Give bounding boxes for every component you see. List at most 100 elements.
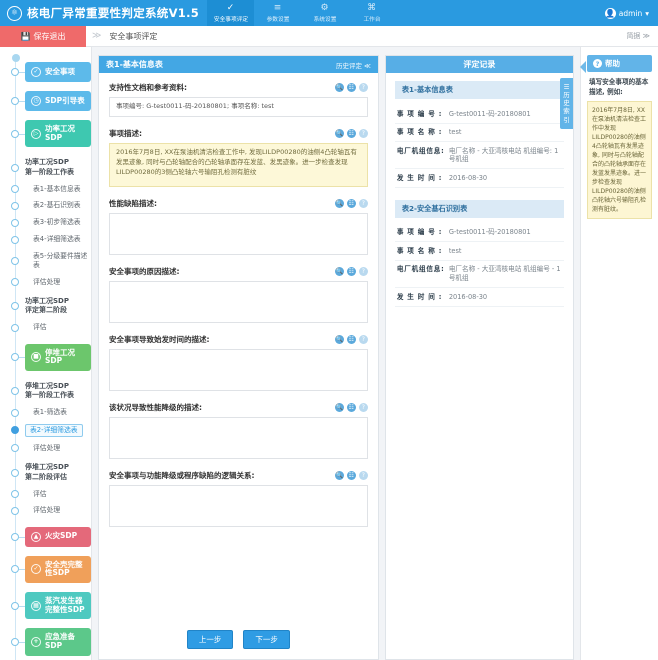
sidebar-pill-22[interactable]: ▦ 蒸汽发生器完整性SDP bbox=[25, 592, 91, 620]
sidebar-item-label: 停堆工况SDP bbox=[45, 347, 75, 366]
power-icon: ▷ bbox=[31, 128, 41, 139]
search-icon[interactable]: 🔍 bbox=[334, 83, 344, 92]
copy-icon[interactable]: ☷ bbox=[346, 471, 356, 480]
sidebar-subitem-label[interactable]: 评估处理 bbox=[25, 504, 91, 518]
sidebar-subitem-8: 表5-分级要件描述表 bbox=[0, 249, 91, 272]
field-input[interactable] bbox=[109, 213, 368, 255]
field-label: 安全事项导致始发时间的描述: bbox=[109, 335, 210, 344]
history-index-tab[interactable]: ☰ 历史索引 bbox=[560, 78, 573, 129]
breadcrumb: 安全事项评定 bbox=[109, 31, 158, 41]
search-icon[interactable]: 🔍 bbox=[334, 129, 344, 138]
help-icon[interactable]: ? bbox=[358, 335, 368, 344]
help-icon[interactable]: ? bbox=[358, 267, 368, 276]
rail-node bbox=[11, 353, 19, 362]
sidebar-pill-12[interactable]: ■ 停堆工况SDP bbox=[25, 343, 91, 371]
save-and-exit-button[interactable]: 💾 保存退出 bbox=[0, 25, 86, 47]
rail-connector bbox=[19, 101, 25, 102]
search-icon[interactable]: 🔍 bbox=[334, 267, 344, 276]
sidebar-pill-2[interactable]: ▷ 功率工况SDP bbox=[25, 120, 91, 148]
search-icon[interactable]: 🔍 bbox=[334, 403, 344, 412]
history-assessment-link[interactable]: 历史评定 ≪ bbox=[336, 60, 371, 70]
copy-icon[interactable]: ☷ bbox=[346, 129, 356, 138]
field-header: 支持性文档和参考资料: 🔍 ☷? bbox=[109, 82, 368, 93]
sidebar-pill-1[interactable]: ◷ SDP引导表 bbox=[25, 91, 91, 111]
field-input[interactable]: 2016年7月8日, XX在泵油机清洁检查工作中, 发现LILDP00280的油… bbox=[109, 143, 368, 187]
main-layout: ✓ 安全事项 ◷ SDP引导表 ▷ 功率工况SDP 功率工况SDP 第一阶段工作表表1-基本信… bbox=[0, 47, 658, 660]
help-icon[interactable]: ? bbox=[358, 129, 368, 138]
help-icon[interactable]: ? bbox=[358, 83, 368, 92]
rail-connector bbox=[19, 569, 25, 571]
copy-icon[interactable]: ☷ bbox=[346, 403, 356, 412]
sidebar-subitem-11: 评估 bbox=[0, 321, 91, 335]
sidebar-pill-0[interactable]: ✓ 安全事项 bbox=[25, 62, 91, 82]
sidebar-subitem-label[interactable]: 表5-分级要件描述表 bbox=[25, 249, 91, 272]
sidebar-pill-23[interactable]: + 应急准备SDP bbox=[25, 628, 91, 656]
collapse-toggle[interactable]: 简据 ≫ bbox=[626, 31, 658, 41]
user-menu[interactable]: 👤 admin ▾ bbox=[604, 0, 658, 26]
sidebar-subitem-label[interactable]: 评估处理 bbox=[25, 275, 91, 289]
sidebar-subitem-label[interactable]: 评估 bbox=[25, 487, 91, 501]
breadcrumb-arrow-icon: ≫ bbox=[92, 31, 102, 41]
record-row-key: 发 生 时 间 : bbox=[396, 292, 443, 301]
sidebar-group-label[interactable]: 功率工况SDP 第一阶段工作表 bbox=[25, 156, 91, 179]
next-step-button[interactable]: 下一步 bbox=[243, 630, 290, 649]
help-icon[interactable]: ? bbox=[358, 403, 368, 412]
rail-node bbox=[11, 565, 19, 574]
avatar: 👤 bbox=[604, 7, 616, 19]
field-input[interactable] bbox=[109, 281, 368, 323]
sidebar-item-1: ◷ SDP引导表 bbox=[0, 91, 91, 111]
sidebar-subitem-label[interactable]: 表4-详细筛选表 bbox=[25, 233, 91, 247]
field-label: 该状况导致性能降级的描述: bbox=[109, 403, 202, 412]
sidebar-item-23: + 应急准备SDP bbox=[0, 628, 91, 656]
search-icon[interactable]: 🔍 bbox=[334, 335, 344, 344]
rail-connector bbox=[19, 605, 25, 607]
tab-safety-assessment[interactable]: ✓ 安全事项评定 bbox=[207, 0, 255, 26]
sidebar-item-12: ■ 停堆工况SDP bbox=[0, 343, 91, 371]
tab-parameter-settings[interactable]: ≡ 参数设置 bbox=[254, 0, 301, 26]
sidebar-subitem-label[interactable]: 表3-初步筛选表 bbox=[25, 216, 91, 230]
help-icon[interactable]: ? bbox=[358, 199, 368, 208]
record-row-value: test bbox=[448, 128, 462, 137]
sidebar-subitem-label[interactable]: 表1-基本信息表 bbox=[25, 182, 91, 196]
copy-icon[interactable]: ☷ bbox=[346, 335, 356, 344]
sidebar-group-label[interactable]: 停堆工况SDP 第二阶段评估 bbox=[25, 461, 91, 484]
search-icon[interactable]: 🔍 bbox=[334, 471, 344, 480]
help-icon[interactable]: ? bbox=[358, 471, 368, 480]
sidebar-group-label[interactable]: 停堆工况SDP 第一阶段工作表 bbox=[25, 380, 91, 403]
sidebar-pill-20[interactable]: ▲ 火灾SDP bbox=[25, 526, 91, 547]
copy-icon[interactable]: ☷ bbox=[346, 83, 356, 92]
sidebar-pill-21[interactable]: ✓ 安全壳完整性SDP bbox=[25, 555, 91, 584]
sidebar-subitem-label[interactable]: 表2-详细筛选表 bbox=[25, 423, 83, 438]
sidebar-subitem-5: 表2-基石识别表 bbox=[0, 199, 91, 213]
record-row-value: 电厂名称 - 大亚湾核电站 机组编号: 1号机组 bbox=[448, 146, 559, 164]
sidebar-item-21: ✓ 安全壳完整性SDP bbox=[0, 555, 91, 584]
sidebar-subitem-label[interactable]: 表2-基石识别表 bbox=[25, 199, 91, 213]
field-icons: 🔍 ☷? bbox=[334, 129, 368, 138]
record-row-value: test bbox=[448, 246, 462, 255]
question-icon: ? bbox=[593, 59, 602, 68]
field-input[interactable] bbox=[109, 349, 368, 391]
sidebar-subitem-label[interactable]: 表1-筛选表 bbox=[25, 406, 91, 420]
search-icon[interactable]: 🔍 bbox=[334, 199, 344, 208]
sidebar-rail-top-dot bbox=[11, 54, 20, 62]
copy-icon[interactable]: ☷ bbox=[346, 267, 356, 276]
rail-node bbox=[11, 163, 19, 172]
rail-node bbox=[11, 506, 19, 515]
field-header: 性能缺陷描述: 🔍 ☷? bbox=[109, 198, 368, 209]
sidebar-subitem-label[interactable]: 评估 bbox=[25, 321, 91, 335]
field-input[interactable]: 事项编号: G-test0011-码-20180801; 事项名称: test bbox=[109, 97, 368, 117]
tab-system-settings[interactable]: ⚙ 系统设置 bbox=[301, 0, 348, 26]
tab-workbench[interactable]: ⌘ 工作台 bbox=[348, 0, 395, 26]
copy-icon[interactable]: ☷ bbox=[346, 199, 356, 208]
field-input[interactable] bbox=[109, 485, 368, 527]
sidebar-group-label[interactable]: 功率工况SDP 评定第二阶段 bbox=[25, 295, 91, 318]
field-input[interactable] bbox=[109, 417, 368, 459]
field-icons: 🔍 ☷? bbox=[334, 471, 368, 480]
sidebar-subitem-label[interactable]: 评估处理 bbox=[25, 441, 91, 455]
app-brand: ⚛ 核电厂异常重要性判定系统V1.5 bbox=[0, 0, 207, 26]
nuclear-logo-icon: ⚛ bbox=[7, 5, 22, 21]
previous-step-button[interactable]: 上一步 bbox=[186, 630, 234, 649]
record-row-key: 发 生 时 间 : bbox=[396, 173, 443, 182]
record-row-key: 电厂机组信息: bbox=[396, 265, 445, 274]
